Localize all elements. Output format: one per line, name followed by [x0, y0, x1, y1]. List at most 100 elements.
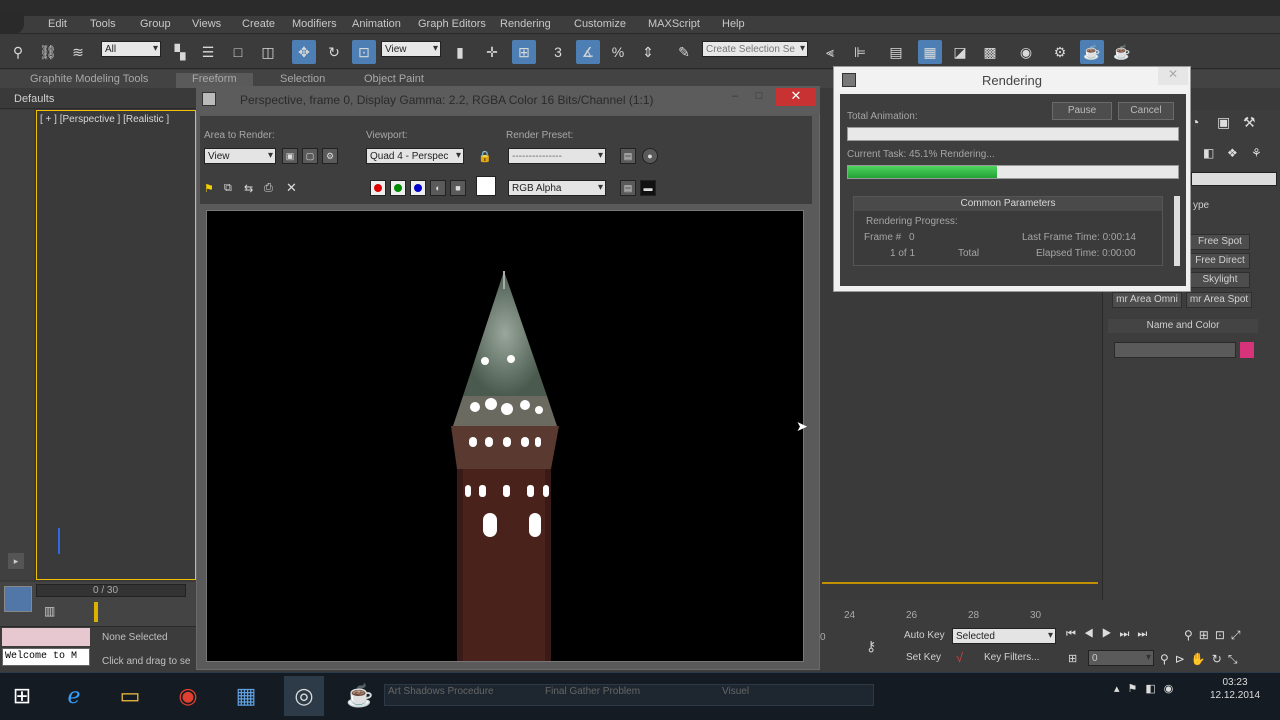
- spinner-snap-icon[interactable]: ⇕: [636, 40, 660, 64]
- viewport-label[interactable]: [ + ] [Perspective ] [Realistic ]: [40, 114, 169, 125]
- rotate-icon[interactable]: ↻: [322, 40, 346, 64]
- skylight-button[interactable]: Skylight: [1190, 272, 1250, 288]
- object-name-field[interactable]: [1114, 342, 1236, 358]
- angle-snap-icon[interactable]: ∡: [576, 40, 600, 64]
- blue-channel-toggle[interactable]: [410, 180, 426, 196]
- key-tangent-icon[interactable]: √: [956, 650, 963, 665]
- frame-close-button[interactable]: ✕: [776, 88, 816, 106]
- playback-controls[interactable]: ⏮◀▶⏭⏭: [1066, 628, 1155, 641]
- dialog-scrollbar[interactable]: [1174, 196, 1180, 266]
- perspective-viewport[interactable]: [36, 110, 196, 580]
- layer-manager-icon[interactable]: ▤: [884, 40, 908, 64]
- key-icon[interactable]: ⚷: [866, 638, 876, 655]
- utilities-panel-icon[interactable]: ▣: [1217, 114, 1230, 131]
- welcome-field[interactable]: Welcome to M: [2, 648, 90, 666]
- key-mode-dropdown[interactable]: Selected: [952, 628, 1056, 644]
- select-by-name-icon[interactable]: ☰: [196, 40, 220, 64]
- category-dropdown[interactable]: [1191, 172, 1277, 186]
- menu-edit[interactable]: Edit: [48, 18, 67, 30]
- unlink-icon[interactable]: ⛓: [36, 40, 60, 64]
- edit-region-icon[interactable]: ▣: [282, 148, 298, 164]
- environment-icon[interactable]: ●: [642, 148, 658, 164]
- auto-key-button[interactable]: Auto Key: [904, 630, 945, 641]
- edit-named-selection-icon[interactable]: ✎: [672, 40, 696, 64]
- rendered-frame-window-icon[interactable]: ☕: [1080, 40, 1104, 64]
- system-clock[interactable]: 03:23 12.12.2014: [1205, 676, 1265, 702]
- hammer-icon[interactable]: ⚒: [1243, 114, 1256, 131]
- internet-explorer-icon[interactable]: ℯ: [54, 676, 94, 716]
- pause-button[interactable]: Pause: [1052, 102, 1112, 120]
- tab-object-paint[interactable]: Object Paint: [364, 73, 424, 85]
- free-spot-button[interactable]: Free Spot: [1190, 234, 1250, 250]
- app-logo[interactable]: [0, 14, 24, 34]
- key-filters-button[interactable]: Key Filters...: [984, 652, 1040, 663]
- region-icon[interactable]: ⚙: [322, 148, 338, 164]
- green-channel-toggle[interactable]: [390, 180, 406, 196]
- reference-coord-dropdown[interactable]: View: [381, 41, 441, 57]
- graphite-toggle-icon[interactable]: ▦: [918, 40, 942, 64]
- curve-editor-icon[interactable]: ◪: [948, 40, 972, 64]
- named-selection-field[interactable]: Create Selection Se: [702, 41, 808, 57]
- rect-selection-icon[interactable]: □: [226, 40, 250, 64]
- alpha-channel-toggle[interactable]: ◐: [430, 180, 446, 196]
- percent-snap-icon[interactable]: %: [606, 40, 630, 64]
- taskbar-item-3[interactable]: Visuel: [722, 686, 749, 697]
- taskbar-item-2[interactable]: Final Gather Problem: [545, 686, 640, 697]
- window-crossing-icon[interactable]: ◫: [256, 40, 280, 64]
- align-icon[interactable]: ⊫: [848, 40, 872, 64]
- menu-modifiers[interactable]: Modifiers: [292, 18, 337, 30]
- viewport-nav-controls[interactable]: ⚲⊞⊡⤢: [1184, 628, 1247, 643]
- frame-mode-icon[interactable]: ⊞: [1068, 652, 1077, 665]
- viewport-dropdown[interactable]: Quad 4 - Perspec: [366, 148, 464, 164]
- swatch-icon[interactable]: [476, 176, 496, 196]
- area-to-render-dropdown[interactable]: View: [204, 148, 276, 164]
- file-explorer-icon[interactable]: ▭: [110, 676, 150, 716]
- tab-graphite-modeling[interactable]: Graphite Modeling Tools: [30, 73, 148, 85]
- auto-region-icon[interactable]: ▢: [302, 148, 318, 164]
- save-image-icon[interactable]: ⚑: [204, 182, 214, 195]
- current-frame-field[interactable]: 0: [1088, 650, 1154, 666]
- schematic-view-icon[interactable]: ▩: [978, 40, 1002, 64]
- helpers-icon[interactable]: ❖: [1227, 146, 1238, 160]
- mini-listener-icon[interactable]: [4, 586, 32, 612]
- rendering-dialog-titlebar[interactable]: Rendering ✕: [834, 67, 1190, 93]
- cancel-button[interactable]: Cancel: [1118, 102, 1174, 120]
- display-panel-icon[interactable]: ◔: [1191, 114, 1199, 130]
- menu-rendering[interactable]: Rendering: [500, 18, 551, 30]
- frame-maximize-button[interactable]: □: [752, 90, 766, 102]
- menu-maxscript[interactable]: MAXScript: [648, 18, 700, 30]
- selection-filter-dropdown[interactable]: All: [101, 41, 161, 57]
- render-setup-small-icon[interactable]: ▤: [620, 148, 636, 164]
- mr-area-spot-button[interactable]: mr Area Spot: [1186, 292, 1252, 308]
- rendering-close-button[interactable]: ✕: [1158, 67, 1188, 85]
- frame-minimize-button[interactable]: –: [728, 90, 742, 102]
- render-setup-icon[interactable]: ⚙: [1048, 40, 1072, 64]
- track-bar-icon[interactable]: ▥: [44, 604, 66, 620]
- clear-image-icon[interactable]: ✕: [286, 180, 297, 196]
- windows-start-icon[interactable]: ⊞: [2, 676, 42, 716]
- chrome-icon[interactable]: ◉: [168, 676, 208, 716]
- workspace-label[interactable]: Defaults: [0, 89, 200, 109]
- menu-views[interactable]: Views: [192, 18, 221, 30]
- system-tray-icons[interactable]: ▴⚑◧◉: [1114, 682, 1181, 695]
- toggle-ui-icon[interactable]: ▤: [620, 180, 636, 196]
- menu-customize[interactable]: Customize: [574, 18, 626, 30]
- menu-create[interactable]: Create: [242, 18, 275, 30]
- set-key-button[interactable]: Set Key: [906, 652, 941, 663]
- clone-window-icon[interactable]: ⇆: [244, 182, 253, 195]
- keyboard-shortcut-icon[interactable]: ⊞: [512, 40, 536, 64]
- object-color-swatch[interactable]: [1240, 342, 1254, 358]
- tab-selection[interactable]: Selection: [280, 73, 325, 85]
- scale-icon[interactable]: ⊡: [352, 40, 376, 64]
- expand-arrow-icon[interactable]: ▸: [8, 553, 24, 569]
- red-channel-toggle[interactable]: [370, 180, 386, 196]
- menu-help[interactable]: Help: [722, 18, 745, 30]
- print-image-icon[interactable]: ⎙: [264, 182, 273, 195]
- render-taskbar-icon[interactable]: ☕: [340, 676, 380, 716]
- render-production-icon[interactable]: ☕: [1110, 40, 1134, 64]
- link-icon[interactable]: ⚲: [6, 40, 30, 64]
- lights-icon[interactable]: ◧: [1203, 146, 1214, 160]
- free-direct-button[interactable]: Free Direct: [1190, 253, 1250, 269]
- menu-tools[interactable]: Tools: [90, 18, 116, 30]
- viewport-nav-controls-2[interactable]: ⚲⊳✋↻⤡: [1160, 652, 1243, 667]
